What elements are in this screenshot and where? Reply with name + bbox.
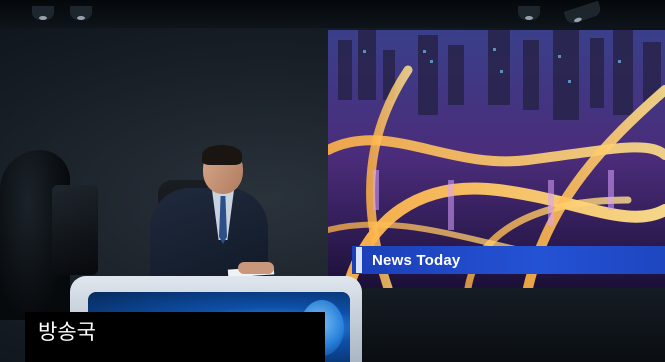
studio-light-icon [70,6,92,20]
studio-light-icon [563,0,603,26]
anchor-hands [238,262,274,274]
newsroom-photo: News Today 방송국 [0,0,665,362]
tv-camera-icon [52,185,98,275]
studio-light-icon [518,6,540,20]
studio-floor [362,288,665,362]
studio-light-icon [32,6,54,20]
news-ticker-accent [356,247,362,273]
anchor-hair [202,145,242,165]
caption-text: 방송국 [38,320,96,344]
news-ticker-bar: News Today [352,246,665,274]
news-ticker-title: News Today [372,251,461,269]
studio-ceiling [0,0,665,28]
